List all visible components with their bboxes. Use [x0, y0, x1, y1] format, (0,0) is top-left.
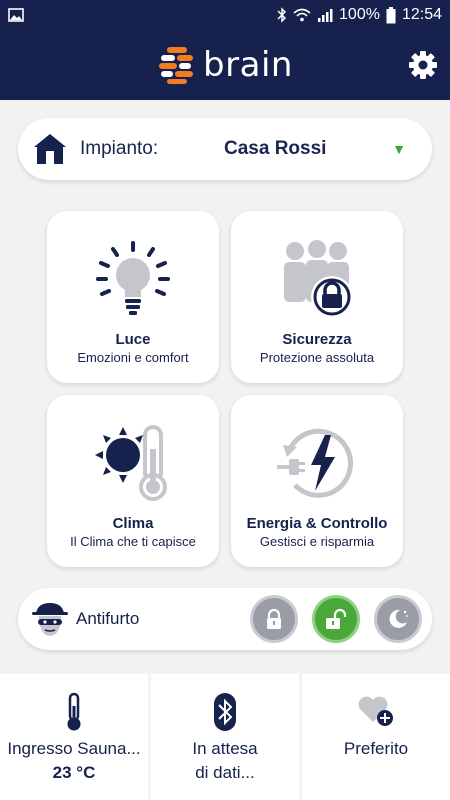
tile-title: Clima — [112, 515, 154, 532]
status-bar: 100% 12:54 — [0, 0, 450, 30]
alarm-lock-button[interactable] — [250, 595, 298, 643]
widget-temp-value: 23 °C — [52, 763, 96, 782]
widget-bluetooth[interactable]: In attesa di dati... — [151, 674, 299, 800]
tile-luce[interactable]: Luce Emozioni e comfort — [47, 211, 219, 383]
tile-clima[interactable]: Clima Il Clima che ti capisce — [47, 395, 219, 567]
bottom-widgets: Ingresso Sauna... 23 °C In attesa di dat… — [0, 674, 450, 800]
image-notification-icon — [8, 8, 24, 22]
app-header: brain — [0, 30, 450, 100]
lightbulb-icon — [96, 241, 170, 315]
alarm-unlock-button[interactable] — [312, 595, 360, 643]
plant-selector[interactable]: Impianto: Casa Rossi ▼ — [18, 118, 432, 180]
home-icon — [34, 134, 66, 164]
thief-mask-icon — [32, 603, 68, 636]
tile-sicurezza[interactable]: Sicurezza Protezione assoluta — [231, 211, 403, 383]
tile-subtitle: Emozioni e comfort — [77, 350, 189, 365]
thermometer-icon — [67, 692, 81, 731]
widget-temp-name: Ingresso Sauna... — [7, 739, 141, 758]
alarm-card: Antifurto — [18, 588, 432, 650]
battery-icon — [386, 6, 396, 23]
tile-subtitle: Gestisci e risparmia — [259, 534, 375, 549]
clock: 12:54 — [401, 6, 442, 23]
heart-plus-icon — [358, 696, 393, 726]
signal-icon — [318, 9, 333, 22]
unlock-icon — [326, 608, 347, 629]
widget-bt-line2: di dati... — [195, 763, 255, 782]
brand-logo: brain — [157, 45, 293, 85]
tile-subtitle: Il Clima che ti capisce — [70, 534, 196, 549]
people-lock-icon — [284, 240, 353, 318]
widget-bt-line1: In attesa — [192, 739, 258, 758]
energy-plug-icon — [277, 428, 353, 498]
plant-label: Impianto: — [80, 138, 159, 159]
widget-fav-label: Preferito — [343, 739, 409, 758]
bluetooth-status-icon — [277, 7, 287, 23]
tile-title: Energia & Controllo — [246, 515, 388, 532]
sun-thermometer-icon — [95, 425, 167, 501]
tile-title: Luce — [115, 331, 151, 348]
tile-subtitle: Protezione assoluta — [259, 350, 375, 365]
tile-title: Sicurezza — [282, 331, 352, 348]
brand-name: brain — [203, 45, 293, 85]
brain-logo-icon — [159, 47, 194, 84]
plant-value: Casa Rossi — [224, 138, 327, 159]
alarm-label: Antifurto — [76, 609, 140, 628]
widget-temperature[interactable]: Ingresso Sauna... 23 °C — [0, 674, 148, 800]
battery-percent: 100% — [339, 6, 380, 23]
tile-energia[interactable]: Energia & Controllo Gestisci e risparmia — [231, 395, 403, 567]
wifi-icon — [293, 8, 311, 22]
lock-icon — [267, 608, 281, 629]
alarm-night-button[interactable] — [374, 595, 422, 643]
dropdown-arrow-icon[interactable]: ▼ — [392, 141, 406, 157]
widget-favorite[interactable]: Preferito — [302, 674, 450, 800]
settings-gear-icon[interactable] — [408, 50, 438, 80]
bluetooth-icon — [214, 693, 236, 731]
moon-stars-icon — [389, 609, 408, 628]
